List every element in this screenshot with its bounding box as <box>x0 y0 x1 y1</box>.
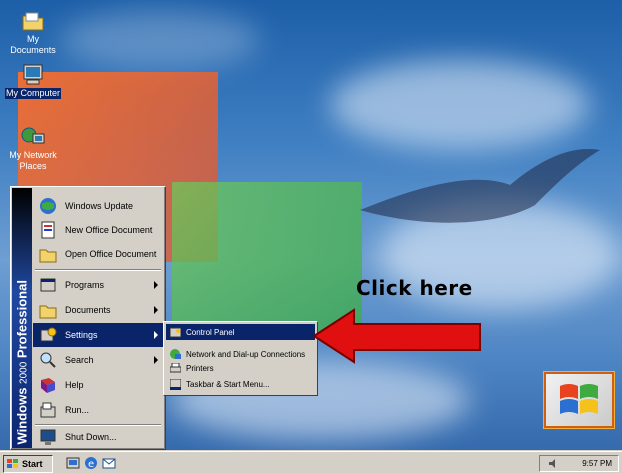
desktop-icon-my-documents[interactable]: My Documents <box>2 10 64 56</box>
start-button[interactable]: Start <box>3 455 53 473</box>
submenu-item-control-panel[interactable]: Control Panel <box>166 324 315 340</box>
folder-documents-icon <box>20 10 46 32</box>
menu-item-search[interactable]: Search <box>33 348 164 372</box>
start-menu: Windows 2000 Professional Windows Update… <box>10 186 166 450</box>
settings-submenu: Control Panel Network and Dial-up Connec… <box>163 321 318 396</box>
help-book-icon <box>39 376 57 394</box>
windows-logo-icon <box>543 371 615 429</box>
computer-icon <box>20 64 46 86</box>
menu-separator <box>35 269 161 271</box>
taskbar-icon <box>169 378 182 390</box>
start-menu-banner: Windows 2000 Professional <box>12 188 32 448</box>
documents-folder-icon <box>39 301 57 319</box>
search-icon <box>39 351 57 369</box>
new-document-icon <box>39 221 57 239</box>
windows-flag-icon <box>7 459 19 469</box>
run-icon <box>39 401 57 419</box>
network-connections-icon <box>170 348 181 360</box>
internet-explorer-icon[interactable]: e <box>84 456 98 470</box>
menu-item-shut-down[interactable]: Shut Down... <box>33 427 164 447</box>
open-folder-icon <box>39 245 57 263</box>
menu-item-programs[interactable]: Programs <box>33 273 164 297</box>
submenu-arrow-icon <box>154 356 158 364</box>
start-label: Start <box>22 459 43 469</box>
show-desktop-icon[interactable] <box>66 456 80 470</box>
banner-version: 2000 <box>18 361 30 384</box>
menu-item-open-office-document[interactable]: Open Office Document <box>33 242 164 266</box>
control-panel-icon <box>169 327 182 338</box>
menu-item-help[interactable]: Help <box>33 373 164 397</box>
menu-item-settings[interactable]: Settings <box>33 323 164 347</box>
clock[interactable]: 9:57 PM <box>582 459 612 468</box>
submenu-item-taskbar-start-menu[interactable]: Taskbar & Start Menu... <box>166 376 315 392</box>
submenu-arrow-icon <box>154 281 158 289</box>
banner-brand: Windows <box>14 387 30 445</box>
desktop-icon-my-computer[interactable]: My Computer <box>2 64 64 99</box>
speaker-icon[interactable] <box>548 458 559 469</box>
desktop: My Documents My Computer My Network Plac… <box>0 0 622 473</box>
globe-icon <box>39 197 57 215</box>
printer-icon <box>169 362 182 374</box>
desktop-icon-my-network-places[interactable]: My Network Places <box>2 126 64 172</box>
annotation-text: Click here <box>356 276 473 300</box>
submenu-arrow-icon <box>154 306 158 314</box>
wallpaper-figure <box>360 149 600 223</box>
menu-item-new-office-document[interactable]: New Office Document <box>33 218 164 242</box>
menu-item-documents[interactable]: Documents <box>33 298 164 322</box>
outlook-express-icon[interactable] <box>102 456 116 470</box>
banner-edition: Professional <box>14 280 30 359</box>
settings-icon <box>39 326 57 344</box>
annotation-arrow <box>312 308 481 364</box>
network-places-icon <box>20 126 46 148</box>
menu-item-windows-update[interactable]: Windows Update <box>33 194 164 218</box>
submenu-arrow-icon <box>154 331 158 339</box>
programs-icon <box>39 276 57 294</box>
system-tray: 9:57 PM <box>539 455 619 472</box>
svg-text:e: e <box>88 459 94 470</box>
submenu-item-printers[interactable]: Printers <box>166 360 315 376</box>
taskbar: Start e 9:57 PM <box>0 451 622 473</box>
menu-item-run[interactable]: Run... <box>33 398 164 422</box>
menu-separator <box>35 424 161 426</box>
shutdown-icon <box>39 428 57 446</box>
